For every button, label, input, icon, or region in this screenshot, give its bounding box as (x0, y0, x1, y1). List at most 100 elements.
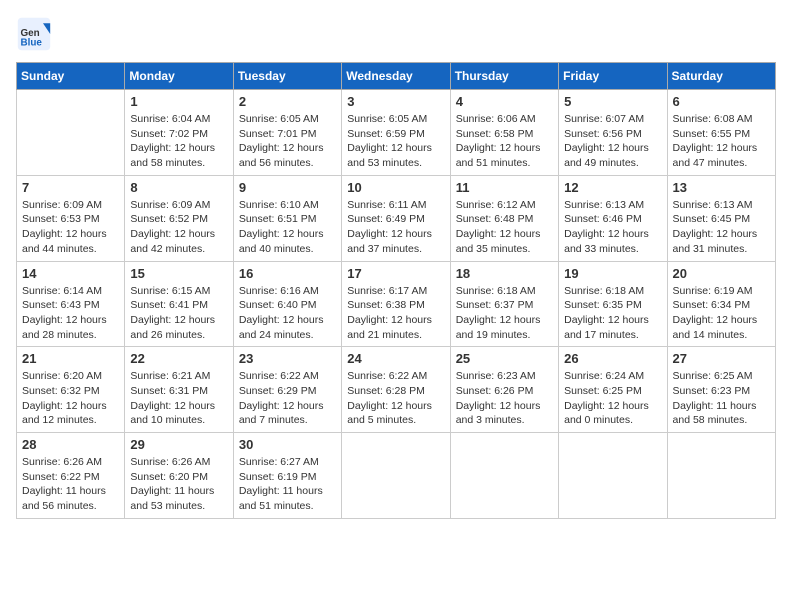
day-detail: Sunrise: 6:19 AM Sunset: 6:34 PM Dayligh… (673, 284, 770, 343)
calendar-cell: 24 Sunrise: 6:22 AM Sunset: 6:28 PM Dayli… (342, 347, 450, 433)
day-number: 27 (673, 351, 770, 366)
day-detail: Sunrise: 6:12 AM Sunset: 6:48 PM Dayligh… (456, 198, 553, 257)
calendar-cell: 5 Sunrise: 6:07 AM Sunset: 6:56 PM Daylig… (559, 90, 667, 176)
calendar-cell: 7 Sunrise: 6:09 AM Sunset: 6:53 PM Daylig… (17, 175, 125, 261)
calendar-week-4: 21Sunrise: 6:20 AM Sunset: 6:32 PM Dayli… (17, 347, 776, 433)
calendar-cell: 27Sunrise: 6:25 AM Sunset: 6:23 PM Dayli… (667, 347, 775, 433)
day-number: 1 (130, 94, 227, 109)
day-detail: Sunrise: 6:24 AM Sunset: 6:25 PM Dayligh… (564, 369, 661, 428)
day-detail: Sunrise: 6:08 AM Sunset: 6:55 PM Dayligh… (673, 112, 770, 171)
calendar-cell (559, 433, 667, 519)
day-detail: Sunrise: 6:18 AM Sunset: 6:35 PM Dayligh… (564, 284, 661, 343)
day-detail: Sunrise: 6:04 AM Sunset: 7:02 PM Dayligh… (130, 112, 227, 171)
calendar-cell: 12 Sunrise: 6:13 AM Sunset: 6:46 PM Dayli… (559, 175, 667, 261)
day-number: 14 (22, 266, 119, 281)
day-detail: Sunrise: 6:22 AM Sunset: 6:29 PM Dayligh… (239, 369, 336, 428)
calendar-cell: 18Sunrise: 6:18 AM Sunset: 6:37 PM Dayli… (450, 261, 558, 347)
calendar-cell: 4Sunrise: 6:06 AM Sunset: 6:58 PM Daylig… (450, 90, 558, 176)
day-number: 9 (239, 180, 336, 195)
day-detail: Sunrise: 6:17 AM Sunset: 6:38 PM Dayligh… (347, 284, 444, 343)
day-detail: Sunrise: 6:06 AM Sunset: 6:58 PM Dayligh… (456, 112, 553, 171)
calendar-cell: 25Sunrise: 6:23 AM Sunset: 6:26 PM Dayli… (450, 347, 558, 433)
day-number: 7 (22, 180, 119, 195)
day-number: 28 (22, 437, 119, 452)
calendar-cell: 1 Sunrise: 6:04 AM Sunset: 7:02 PM Daylig… (125, 90, 233, 176)
day-number: 3 (347, 94, 444, 109)
calendar-cell: 10 Sunrise: 6:11 AM Sunset: 6:49 PM Dayli… (342, 175, 450, 261)
calendar-cell (450, 433, 558, 519)
calendar-cell: 8 Sunrise: 6:09 AM Sunset: 6:52 PM Daylig… (125, 175, 233, 261)
calendar-cell: 19 Sunrise: 6:18 AM Sunset: 6:35 PM Dayli… (559, 261, 667, 347)
calendar-week-5: 28 Sunrise: 6:26 AM Sunset: 6:22 PM Dayli… (17, 433, 776, 519)
calendar-cell: 2Sunrise: 6:05 AM Sunset: 7:01 PM Daylig… (233, 90, 341, 176)
day-number: 19 (564, 266, 661, 281)
day-number: 23 (239, 351, 336, 366)
calendar-cell: 11 Sunrise: 6:12 AM Sunset: 6:48 PM Dayli… (450, 175, 558, 261)
day-number: 8 (130, 180, 227, 195)
calendar-cell: 17Sunrise: 6:17 AM Sunset: 6:38 PM Dayli… (342, 261, 450, 347)
logo: Gen Blue (16, 16, 56, 52)
day-number: 22 (130, 351, 227, 366)
day-detail: Sunrise: 6:05 AM Sunset: 6:59 PM Dayligh… (347, 112, 444, 171)
calendar-cell: 20 Sunrise: 6:19 AM Sunset: 6:34 PM Dayli… (667, 261, 775, 347)
calendar-cell: 16 Sunrise: 6:16 AM Sunset: 6:40 PM Dayli… (233, 261, 341, 347)
calendar-cell (17, 90, 125, 176)
calendar-cell: 30 Sunrise: 6:27 AM Sunset: 6:19 PM Dayli… (233, 433, 341, 519)
calendar-cell: 13 Sunrise: 6:13 AM Sunset: 6:45 PM Dayli… (667, 175, 775, 261)
calendar-cell (667, 433, 775, 519)
day-header-tuesday: Tuesday (233, 63, 341, 90)
day-number: 16 (239, 266, 336, 281)
day-detail: Sunrise: 6:26 AM Sunset: 6:20 PM Dayligh… (130, 455, 227, 514)
calendar-cell: 14Sunrise: 6:14 AM Sunset: 6:43 PM Dayli… (17, 261, 125, 347)
day-header-sunday: Sunday (17, 63, 125, 90)
day-number: 5 (564, 94, 661, 109)
day-detail: Sunrise: 6:16 AM Sunset: 6:40 PM Dayligh… (239, 284, 336, 343)
calendar-cell: 15Sunrise: 6:15 AM Sunset: 6:41 PM Dayli… (125, 261, 233, 347)
day-detail: Sunrise: 6:10 AM Sunset: 6:51 PM Dayligh… (239, 198, 336, 257)
calendar-cell: 22 Sunrise: 6:21 AM Sunset: 6:31 PM Dayli… (125, 347, 233, 433)
logo-icon: Gen Blue (16, 16, 52, 52)
calendar-week-3: 14Sunrise: 6:14 AM Sunset: 6:43 PM Dayli… (17, 261, 776, 347)
day-number: 6 (673, 94, 770, 109)
day-detail: Sunrise: 6:09 AM Sunset: 6:53 PM Dayligh… (22, 198, 119, 257)
calendar-header-row: SundayMondayTuesdayWednesdayThursdayFrid… (17, 63, 776, 90)
day-number: 2 (239, 94, 336, 109)
calendar-week-1: 1 Sunrise: 6:04 AM Sunset: 7:02 PM Daylig… (17, 90, 776, 176)
calendar-cell: 23 Sunrise: 6:22 AM Sunset: 6:29 PM Dayli… (233, 347, 341, 433)
day-number: 10 (347, 180, 444, 195)
calendar-cell: 26 Sunrise: 6:24 AM Sunset: 6:25 PM Dayli… (559, 347, 667, 433)
day-number: 13 (673, 180, 770, 195)
day-header-thursday: Thursday (450, 63, 558, 90)
day-detail: Sunrise: 6:13 AM Sunset: 6:45 PM Dayligh… (673, 198, 770, 257)
day-detail: Sunrise: 6:22 AM Sunset: 6:28 PM Dayligh… (347, 369, 444, 428)
calendar: SundayMondayTuesdayWednesdayThursdayFrid… (16, 62, 776, 519)
day-header-saturday: Saturday (667, 63, 775, 90)
day-detail: Sunrise: 6:27 AM Sunset: 6:19 PM Dayligh… (239, 455, 336, 514)
day-number: 30 (239, 437, 336, 452)
svg-text:Blue: Blue (21, 38, 43, 49)
day-number: 11 (456, 180, 553, 195)
day-number: 12 (564, 180, 661, 195)
day-number: 24 (347, 351, 444, 366)
day-number: 29 (130, 437, 227, 452)
calendar-cell: 21Sunrise: 6:20 AM Sunset: 6:32 PM Dayli… (17, 347, 125, 433)
day-detail: Sunrise: 6:07 AM Sunset: 6:56 PM Dayligh… (564, 112, 661, 171)
calendar-week-2: 7 Sunrise: 6:09 AM Sunset: 6:53 PM Daylig… (17, 175, 776, 261)
day-detail: Sunrise: 6:20 AM Sunset: 6:32 PM Dayligh… (22, 369, 119, 428)
day-detail: Sunrise: 6:13 AM Sunset: 6:46 PM Dayligh… (564, 198, 661, 257)
calendar-cell: 29 Sunrise: 6:26 AM Sunset: 6:20 PM Dayli… (125, 433, 233, 519)
calendar-cell: 9 Sunrise: 6:10 AM Sunset: 6:51 PM Daylig… (233, 175, 341, 261)
day-number: 26 (564, 351, 661, 366)
day-number: 20 (673, 266, 770, 281)
calendar-body: 1 Sunrise: 6:04 AM Sunset: 7:02 PM Daylig… (17, 90, 776, 519)
day-detail: Sunrise: 6:21 AM Sunset: 6:31 PM Dayligh… (130, 369, 227, 428)
day-detail: Sunrise: 6:26 AM Sunset: 6:22 PM Dayligh… (22, 455, 119, 514)
day-number: 15 (130, 266, 227, 281)
day-detail: Sunrise: 6:23 AM Sunset: 6:26 PM Dayligh… (456, 369, 553, 428)
day-detail: Sunrise: 6:11 AM Sunset: 6:49 PM Dayligh… (347, 198, 444, 257)
day-number: 18 (456, 266, 553, 281)
day-header-wednesday: Wednesday (342, 63, 450, 90)
day-detail: Sunrise: 6:09 AM Sunset: 6:52 PM Dayligh… (130, 198, 227, 257)
calendar-cell: 3 Sunrise: 6:05 AM Sunset: 6:59 PM Daylig… (342, 90, 450, 176)
calendar-cell: 28 Sunrise: 6:26 AM Sunset: 6:22 PM Dayli… (17, 433, 125, 519)
